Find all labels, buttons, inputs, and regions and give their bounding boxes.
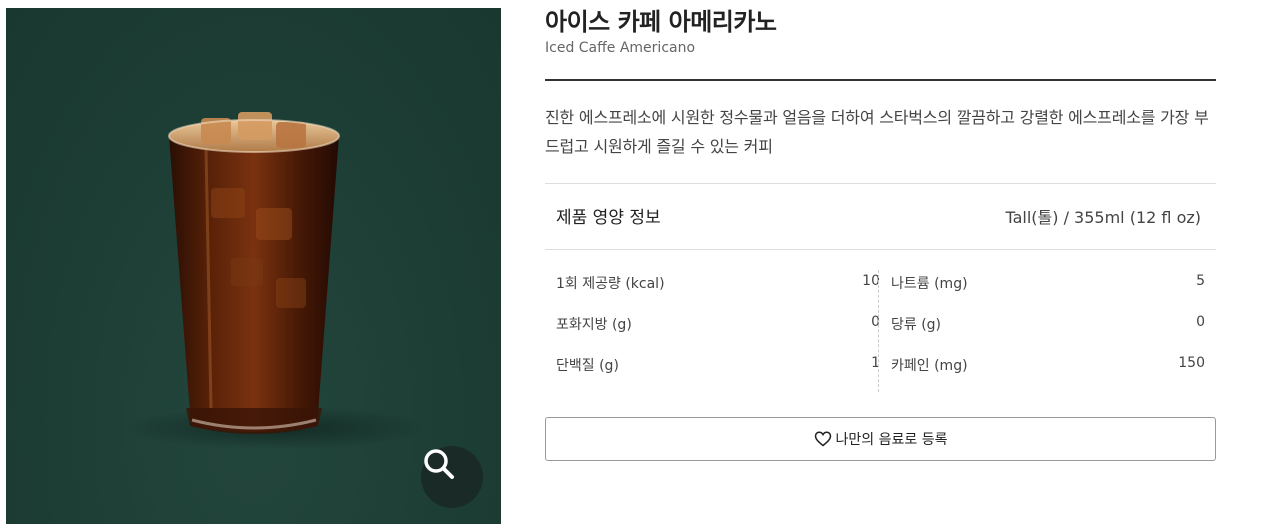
nutrition-value: 0: [1196, 314, 1205, 330]
nutrition-label: 나트륨 (mg): [891, 276, 968, 292]
nutrition-left-column: 1회 제공량 (kcal) 10 포화지방 (g) 0 단백질 (g) 1: [556, 265, 880, 388]
zoom-button[interactable]: [421, 446, 483, 508]
heart-icon: [814, 431, 832, 447]
nutrition-top-divider: [545, 183, 1216, 184]
nutrition-label: 당류 (g): [891, 317, 942, 333]
nutrition-value: 150: [1178, 355, 1205, 371]
nutrition-row-protein: 단백질 (g) 1: [556, 347, 880, 388]
nutrition-heading: 제품 영양 정보: [556, 208, 661, 228]
nutrition-header-divider: [545, 249, 1216, 250]
product-name: 아이스 카페 아메리카노: [545, 8, 777, 36]
nutrition-column-divider: [878, 270, 879, 392]
nutrition-label: 카페인 (mg): [891, 358, 968, 374]
add-favorite-label: 나만의 음료로 등록: [835, 432, 948, 448]
nutrition-row-saturated-fat: 포화지방 (g) 0: [556, 306, 880, 347]
nutrition-serving-size: Tall(톨) / 355ml (12 fl oz): [1005, 208, 1201, 227]
nutrition-row-sugar: 당류 (g) 0: [891, 306, 1211, 347]
nutrition-label: 포화지방 (g): [556, 317, 632, 333]
nutrition-label: 1회 제공량 (kcal): [556, 276, 665, 292]
nutrition-right-column: 나트륨 (mg) 5 당류 (g) 0 카페인 (mg) 150: [891, 265, 1211, 388]
product-description: 진한 에스프레소에 시원한 정수물과 얼음을 더하여 스타벅스의 깔끔하고 강렬…: [545, 108, 1209, 156]
nutrition-row-kcal: 1회 제공량 (kcal) 10: [556, 265, 880, 306]
add-favorite-drink-button[interactable]: 나만의 음료로 등록: [545, 417, 1216, 461]
nutrition-label: 단백질 (g): [556, 358, 619, 374]
product-name-english: Iced Caffe Americano: [545, 40, 696, 56]
nutrition-value: 5: [1196, 273, 1205, 289]
title-divider: [545, 79, 1216, 81]
product-image: [6, 8, 501, 524]
nutrition-row-sodium: 나트륨 (mg) 5: [891, 265, 1211, 306]
nutrition-row-caffeine: 카페인 (mg) 150: [891, 347, 1211, 388]
